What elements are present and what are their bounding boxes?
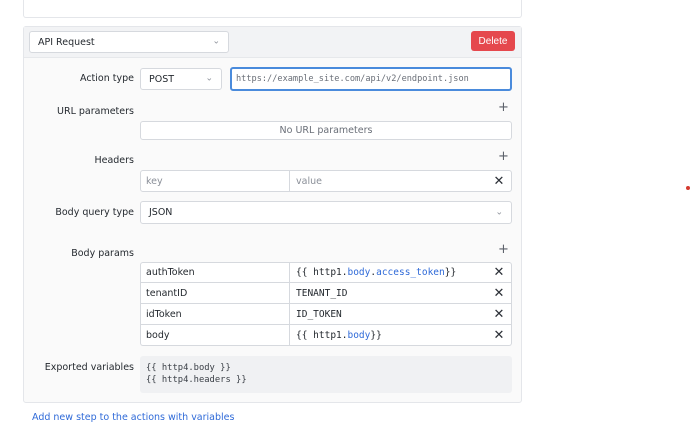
- step-card-header: API Request ⌄ Delete: [24, 27, 521, 58]
- header-value-input[interactable]: value: [290, 171, 487, 191]
- body-param-value[interactable]: TENANT_ID: [290, 283, 487, 303]
- plus-icon[interactable]: +: [498, 101, 509, 114]
- template-token: {{ http1.: [296, 267, 348, 278]
- url-placeholder: https://example_site.com/api/v2/endpoint…: [236, 74, 469, 84]
- method-value: POST: [149, 73, 175, 85]
- body-param-key[interactable]: authToken: [141, 263, 290, 282]
- chevron-down-icon: ⌄: [495, 207, 503, 217]
- plus-icon[interactable]: +: [498, 150, 509, 163]
- body-param-value[interactable]: {{ http1. body }}: [290, 325, 487, 345]
- method-select[interactable]: POST ⌄: [140, 68, 222, 90]
- close-icon[interactable]: ✕: [487, 263, 511, 282]
- body-query-type-select[interactable]: JSON ⌄: [140, 201, 512, 224]
- cursor-dot: [686, 186, 690, 190]
- template-token: ID_TOKEN: [296, 308, 342, 320]
- template-token: body: [347, 267, 371, 278]
- close-icon[interactable]: ✕: [487, 304, 511, 324]
- header-row: key value ✕: [140, 170, 512, 192]
- add-step-link[interactable]: Add new step to the actions with variabl…: [32, 412, 234, 423]
- template-token: }}: [370, 329, 382, 341]
- body-query-type-label: Body query type: [55, 207, 134, 218]
- body-param-key[interactable]: tenantID: [141, 283, 290, 303]
- body-param-value[interactable]: {{ http1. body. access_token }}: [290, 263, 487, 282]
- close-icon[interactable]: ✕: [487, 283, 511, 303]
- template-token: TENANT_ID: [296, 287, 348, 299]
- action-type-label: Action type: [80, 73, 134, 84]
- body-param-key[interactable]: body: [141, 325, 290, 345]
- close-icon[interactable]: ✕: [487, 171, 511, 191]
- chevron-down-icon: ⌄: [205, 73, 213, 84]
- previous-step-card: [23, 0, 522, 18]
- template-token: access_token: [376, 267, 445, 278]
- url-input[interactable]: https://example_site.com/api/v2/endpoint…: [230, 67, 512, 91]
- exported-variables-box: {{ http4.body }} {{ http4.headers }}: [140, 356, 512, 393]
- url-parameters-label: URL parameters: [57, 106, 134, 117]
- delete-button[interactable]: Delete: [471, 31, 515, 51]
- api-request-step-card: API Request ⌄ Delete Action type POST ⌄ …: [23, 26, 522, 403]
- template-token: }}: [444, 267, 457, 278]
- plus-icon[interactable]: +: [498, 243, 509, 256]
- body-query-type-value: JSON: [149, 207, 173, 218]
- step-type-value: API Request: [38, 36, 95, 48]
- exported-variable: {{ http4.headers }}: [146, 375, 247, 385]
- body-params-label: Body params: [71, 248, 134, 259]
- template-token: body: [347, 329, 371, 341]
- headers-label: Headers: [94, 155, 134, 166]
- header-key-input[interactable]: key: [141, 171, 290, 191]
- exported-variable: {{ http4.body }}: [146, 363, 231, 373]
- chevron-down-icon: ⌄: [212, 36, 220, 47]
- body-param-row: authToken {{ http1. body. access_token }} …: [140, 262, 512, 283]
- template-token: {{ http1.: [296, 329, 348, 341]
- step-type-select[interactable]: API Request ⌄: [29, 31, 229, 53]
- body-param-row: idToken ID_TOKEN ✕: [140, 304, 512, 325]
- body-param-key[interactable]: idToken: [141, 304, 290, 324]
- body-param-value[interactable]: ID_TOKEN: [290, 304, 487, 324]
- body-param-row: body {{ http1. body }} ✕: [140, 325, 512, 346]
- close-icon[interactable]: ✕: [487, 325, 511, 345]
- url-parameters-empty: No URL parameters: [140, 121, 512, 140]
- body-param-row: tenantID TENANT_ID ✕: [140, 283, 512, 304]
- exported-variables-label: Exported variables: [44, 362, 134, 373]
